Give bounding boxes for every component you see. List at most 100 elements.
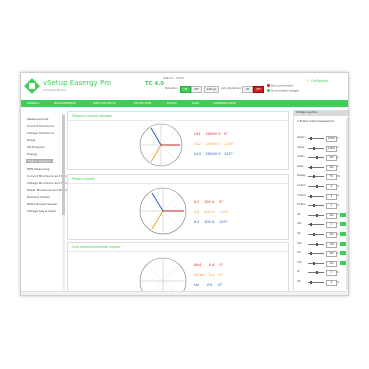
injection-value-field[interactable]: 100 xyxy=(326,155,337,162)
phase-name: UL2 xyxy=(194,142,201,146)
settings-button[interactable]: Settings xyxy=(204,86,219,93)
injection-active-indicator xyxy=(340,232,346,236)
auto-on-button[interactable]: ON xyxy=(242,86,253,93)
mode-on-button[interactable]: ON xyxy=(180,86,191,93)
panel-divider xyxy=(68,251,288,252)
menu-general[interactable]: GENERAL xyxy=(27,101,39,106)
injection-slider-thumb[interactable] xyxy=(310,223,312,227)
injection-unit: % xyxy=(337,280,340,284)
injection-value-field[interactable]: 0 xyxy=(326,184,337,190)
injection-unit: Hz xyxy=(337,174,340,178)
injection-slider-thumb[interactable] xyxy=(310,137,312,140)
injection-row-label: Umain xyxy=(297,136,305,139)
menu-logs[interactable]: LOGS xyxy=(192,101,199,106)
injection-unit: ° xyxy=(337,261,339,265)
nav-item-phasor-diagram[interactable]: Phasor Diagram xyxy=(26,159,54,163)
nav-item-voltage-sag-swell[interactable]: Voltage Sag & Swell xyxy=(27,209,56,213)
phase-value: 20000 V xyxy=(205,132,221,136)
injection-row-label: IL1 xyxy=(297,212,301,216)
phasor-diagram-zero-seq xyxy=(139,257,187,295)
injection-unit: A xyxy=(337,165,339,169)
nav-item-current-harmonics[interactable]: Current Harmonics xyxy=(27,124,54,128)
current-row-1: IL1 100 A 0° xyxy=(194,200,223,204)
injection-value-field[interactable]: -120 xyxy=(326,241,337,248)
injection-unit: ° xyxy=(337,242,339,246)
signal-angle: 0° xyxy=(219,263,224,267)
injection-value-field[interactable]: 0 xyxy=(326,270,337,277)
auto-off-button[interactable]: OFF xyxy=(253,86,264,93)
voltage-row-2: UL2 20000 V -120° xyxy=(194,142,234,146)
injection-unit: A xyxy=(337,270,339,274)
injection-active-indicator xyxy=(340,222,346,227)
menu-matrix[interactable]: MATRIX xyxy=(167,101,177,106)
injection-slider[interactable] xyxy=(308,176,324,178)
phase-name: UL3 xyxy=(194,152,201,156)
injection-slider[interactable] xyxy=(308,234,324,235)
signal-name: I0Calc xyxy=(194,273,206,277)
injection-value-field[interactable]: 20000 xyxy=(326,136,337,142)
injection-slider-thumb[interactable] xyxy=(316,185,318,188)
injection-slider-thumb[interactable] xyxy=(310,165,312,169)
injection-value-field[interactable]: 100 xyxy=(326,232,337,238)
nav-item-rms-measuring[interactable]: RMS Measuring xyxy=(27,167,49,171)
injection-slider-thumb[interactable] xyxy=(313,175,315,179)
signal-angle: 0° xyxy=(218,283,223,287)
menu-inputs-outputs[interactable]: INPUTS/OUTPUTS xyxy=(93,101,116,106)
menu-measurements[interactable]: MEASUREMENTS xyxy=(54,101,76,106)
injection-value-field[interactable]: 0 xyxy=(326,280,337,286)
injection-active-indicator xyxy=(340,212,346,217)
nav-scrollbar-thumb[interactable] xyxy=(62,115,65,215)
injection-value-field[interactable]: 100 xyxy=(326,251,337,258)
voltage-row-1: UL1 20000 V 0° xyxy=(194,132,228,136)
injection-slider-thumb[interactable] xyxy=(310,194,312,198)
injection-unit: V xyxy=(337,136,339,140)
injection-slider-thumb[interactable] xyxy=(310,281,312,284)
injection-unit: ° xyxy=(337,222,339,226)
nav-item-pq-diagram[interactable]: PQ-Diagram xyxy=(27,145,45,149)
injection-slider-thumb[interactable] xyxy=(313,261,315,265)
injection-row-label: 3 harm xyxy=(297,193,306,197)
injection-slider[interactable] xyxy=(308,205,324,207)
app-subtitle: Schneider Electric xyxy=(43,89,67,92)
injection-value-field[interactable]: 0 xyxy=(326,222,337,229)
mode-label: Simulation xyxy=(165,87,178,90)
nav-item-measurements[interactable]: Measurements xyxy=(27,117,48,121)
menu-communication[interactable]: COMMUNICATION xyxy=(213,101,236,106)
injection-row-label: 2 harm xyxy=(297,184,306,187)
injection-slider-thumb[interactable] xyxy=(313,146,315,150)
enable-virtual-checkbox[interactable]: ☑ Enable virtual measurement xyxy=(297,120,334,123)
injection-slider[interactable] xyxy=(308,262,324,264)
nav-item-demand-values[interactable]: Demand Values xyxy=(27,195,50,199)
status-voltage: No simulated voltages xyxy=(267,89,299,93)
injection-active-indicator xyxy=(340,251,346,256)
injection-value-field[interactable]: 50 xyxy=(326,174,337,181)
injection-slider-thumb[interactable] xyxy=(313,204,315,208)
injection-slider-thumb[interactable] xyxy=(316,213,318,217)
signal-value: 0 A xyxy=(208,263,215,267)
injection-slider-thumb[interactable] xyxy=(316,271,318,275)
injection-value-field[interactable]: 0 xyxy=(326,193,337,200)
injection-slider-thumb[interactable] xyxy=(310,252,312,256)
injection-slider-thumb[interactable] xyxy=(316,242,318,246)
nav-item-rms-demand-values[interactable]: RMS Demand Values xyxy=(27,202,57,206)
menu-protection[interactable]: PROTECTION xyxy=(134,101,151,106)
phase-name: UL1 xyxy=(194,132,201,136)
injection-value-field[interactable]: 100 xyxy=(326,212,337,219)
app-title: vSetup Easergy Pro xyxy=(43,79,112,87)
nav-item-energy[interactable]: Energy xyxy=(27,152,37,156)
injection-slider-thumb[interactable] xyxy=(316,156,318,160)
injection-value-field[interactable]: 20000 xyxy=(326,145,337,152)
injection-slider[interactable] xyxy=(308,147,324,149)
injection-slider-thumb[interactable] xyxy=(313,233,315,236)
panel-divider xyxy=(68,120,288,121)
nav-item-power[interactable]: Power xyxy=(27,138,36,142)
nav-item-voltage-harmonics[interactable]: Voltage Harmonics xyxy=(27,131,54,135)
settings-scrollbar[interactable] xyxy=(346,118,348,290)
phasor-diagram-currents xyxy=(139,187,187,235)
status-voltage-text: No simulated voltages xyxy=(271,89,299,93)
mode-off-button[interactable]: OFF xyxy=(191,86,202,93)
injection-value-field[interactable]: 120 xyxy=(326,260,337,267)
injection-value-field[interactable]: 100 xyxy=(326,164,337,171)
nav-item-current-min-max[interactable]: Current Minimums and Maximu xyxy=(27,174,72,178)
injection-value-field[interactable]: 0 xyxy=(326,203,337,210)
